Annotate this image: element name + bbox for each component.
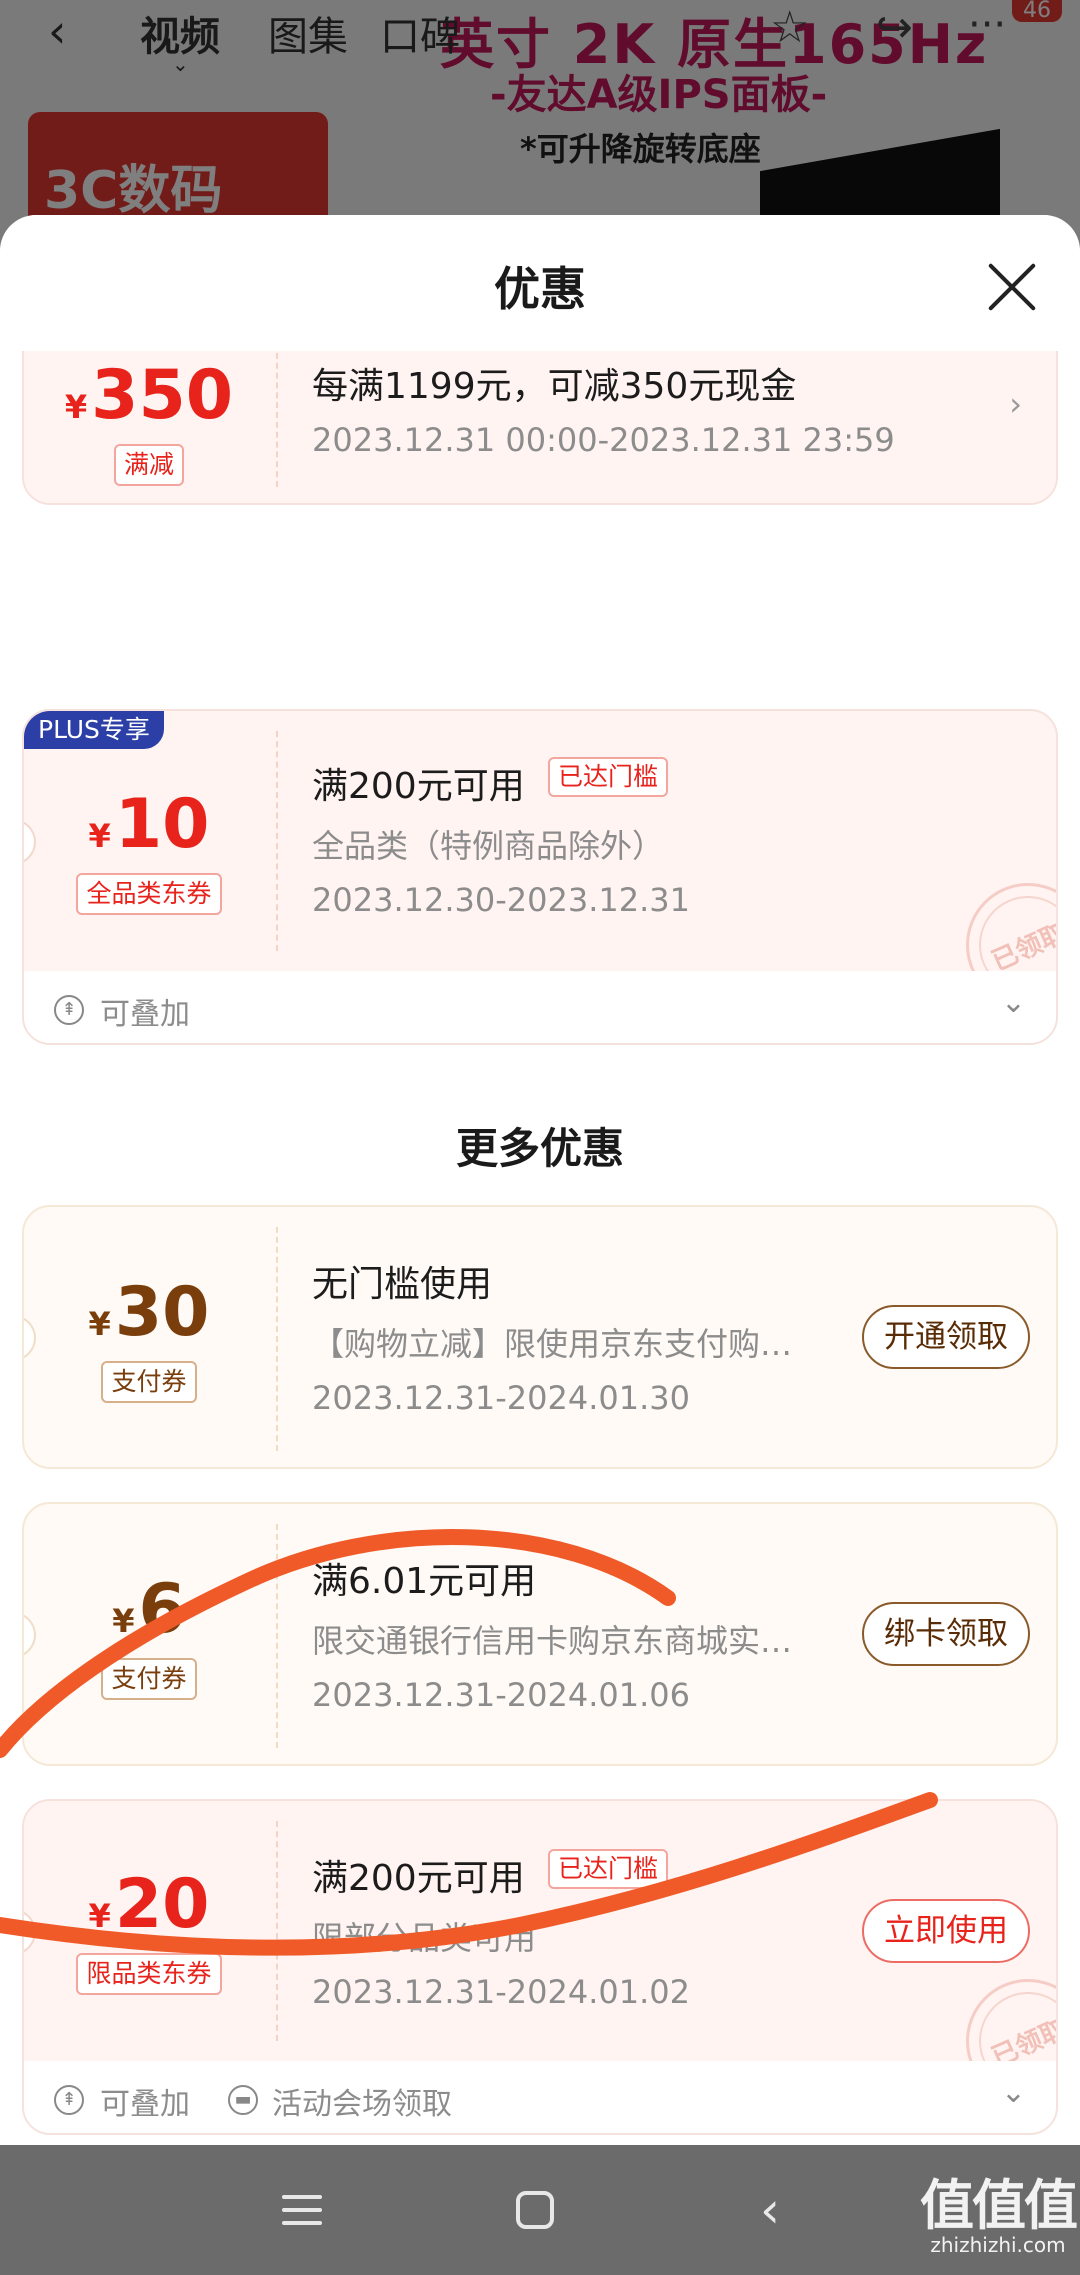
currency-symbol: ¥: [88, 817, 111, 855]
coupon-type-tag: 支付券: [101, 1361, 197, 1403]
dashed-divider: [276, 731, 278, 951]
offers-sheet: 优惠 ¥ 350 满减 每满1199元，可减350元现金 2023.12.31 …: [0, 215, 1080, 2145]
coupon-description: 【购物立减】限使用京东支付购…: [312, 1325, 793, 1363]
dashed-divider: [276, 351, 278, 487]
threshold-reached-badge: 已达门槛: [548, 757, 669, 797]
coupon-title: 无门槛使用: [312, 1264, 493, 1305]
coupon-amount: 6: [138, 1570, 186, 1649]
offers-list[interactable]: ¥ 350 满减 每满1199元，可减350元现金 2023.12.31 00:…: [0, 351, 1080, 2145]
coupon-title: 每满1199元，可减350元现金: [312, 366, 797, 407]
coupon-value: ¥ 30 支付券: [24, 1207, 274, 1467]
back-icon[interactable]: ‹: [740, 2175, 810, 2245]
use-now-button[interactable]: 立即使用: [862, 1899, 1030, 1963]
plus-exclusive-badge: PLUS专享: [24, 711, 164, 749]
currency-symbol: ¥: [64, 388, 88, 426]
dashed-divider: [276, 1821, 278, 2041]
coupon-type-tag: 全品类东券: [76, 873, 222, 915]
coupon-value: ¥ 10 全品类东券: [24, 711, 274, 971]
stackable-icon: ⇞: [54, 2085, 84, 2115]
coupon-card[interactable]: ¥ 20 限品类东券 满200元可用 已达门槛 限部分品类可用 2023.12.…: [22, 1799, 1058, 2135]
currency-symbol: ¥: [88, 1305, 111, 1343]
coupon-validity: 2023.12.31-2024.01.02: [312, 1973, 690, 2011]
venue-claim-label: 活动会场领取: [272, 2087, 452, 2122]
threshold-reached-badge: 已达门槛: [548, 1849, 669, 1889]
currency-symbol: ¥: [112, 1602, 135, 1640]
chevron-down-icon[interactable]: ⌄: [1001, 2075, 1026, 2110]
coupon-footer[interactable]: ⇞ 可叠加 ▬ 活动会场领取 ⌄: [24, 2061, 1056, 2133]
coupon-card[interactable]: ¥ 6 支付券 满6.01元可用 限交通银行信用卡购京东商城实… 2023.12…: [22, 1502, 1058, 1766]
coupon-validity: 2023.12.30-2023.12.31: [312, 881, 690, 919]
close-icon[interactable]: [984, 259, 1040, 315]
coupon-description: 限交通银行信用卡购京东商城实…: [312, 1622, 793, 1660]
coupon-validity: 2023.12.31-2024.01.30: [312, 1379, 690, 1417]
coupon-type-tag: 满减: [113, 444, 184, 486]
sheet-title: 优惠: [494, 262, 586, 316]
coupon-footer[interactable]: ⇞ 可叠加 ⌄: [24, 971, 1056, 1043]
coupon-card[interactable]: ¥ 30 支付券 无门槛使用 【购物立减】限使用京东支付购… 2023.12.3…: [22, 1205, 1058, 1469]
coupon-value: ¥ 20 限品类东券: [24, 1801, 274, 2061]
coupon-amount: 350: [91, 356, 234, 435]
coupon-validity: 2023.12.31 00:00-2023.12.31 23:59: [312, 421, 895, 459]
watermark-logo-text: 值值值: [920, 2174, 1078, 2237]
coupon-title: 满6.01元可用: [312, 1561, 537, 1602]
dashed-divider: [276, 1524, 278, 1748]
recent-apps-icon[interactable]: [268, 2175, 338, 2245]
watermark-url: zhizhizhi.com: [930, 2233, 1066, 2257]
stackable-icon: ⇞: [54, 995, 84, 1025]
coupon-card[interactable]: ¥ 350 满减 每满1199元，可减350元现金 2023.12.31 00:…: [22, 351, 1058, 505]
coupon-amount: 30: [114, 1273, 210, 1352]
coupon-scope: 限部分品类可用: [312, 1919, 537, 1957]
site-watermark: 值值值 zhizhizhi.com: [920, 2174, 1078, 2257]
stackable-label: 可叠加: [100, 2087, 190, 2122]
chevron-right-icon[interactable]: ›: [1009, 385, 1022, 423]
coupon-scope: 全品类（特例商品除外）: [312, 827, 665, 865]
coupon-type-tag: 支付券: [101, 1658, 197, 1700]
bind-card-claim-button[interactable]: 绑卡领取: [862, 1602, 1030, 1666]
more-offers-title: 更多优惠: [455, 1124, 624, 1173]
dashed-divider: [276, 1227, 278, 1451]
coupon-value: ¥ 6 支付券: [24, 1504, 274, 1764]
venue-icon: ▬: [228, 2085, 258, 2115]
coupon-validity: 2023.12.31-2024.01.06: [312, 1676, 690, 1714]
currency-symbol: ¥: [88, 1897, 111, 1935]
coupon-card[interactable]: ¥ 10 全品类东券 满200元可用 已达门槛 全品类（特例商品除外） 2023…: [22, 709, 1058, 1045]
coupon-type-tag: 限品类东券: [76, 1953, 222, 1995]
system-nav-bar: ‹: [0, 2145, 1080, 2275]
chevron-down-icon[interactable]: ⌄: [1001, 985, 1026, 1020]
home-icon[interactable]: [500, 2175, 570, 2245]
coupon-amount: 20: [114, 1865, 210, 1944]
activate-claim-button[interactable]: 开通领取: [862, 1305, 1030, 1369]
coupon-value: ¥ 350 满减: [24, 351, 274, 503]
sheet-header: 优惠: [0, 215, 1080, 351]
coupon-title: 满200元可用: [312, 766, 525, 807]
coupon-amount: 10: [114, 785, 210, 864]
coupon-title: 满200元可用: [312, 1858, 525, 1899]
stackable-label: 可叠加: [100, 997, 190, 1032]
